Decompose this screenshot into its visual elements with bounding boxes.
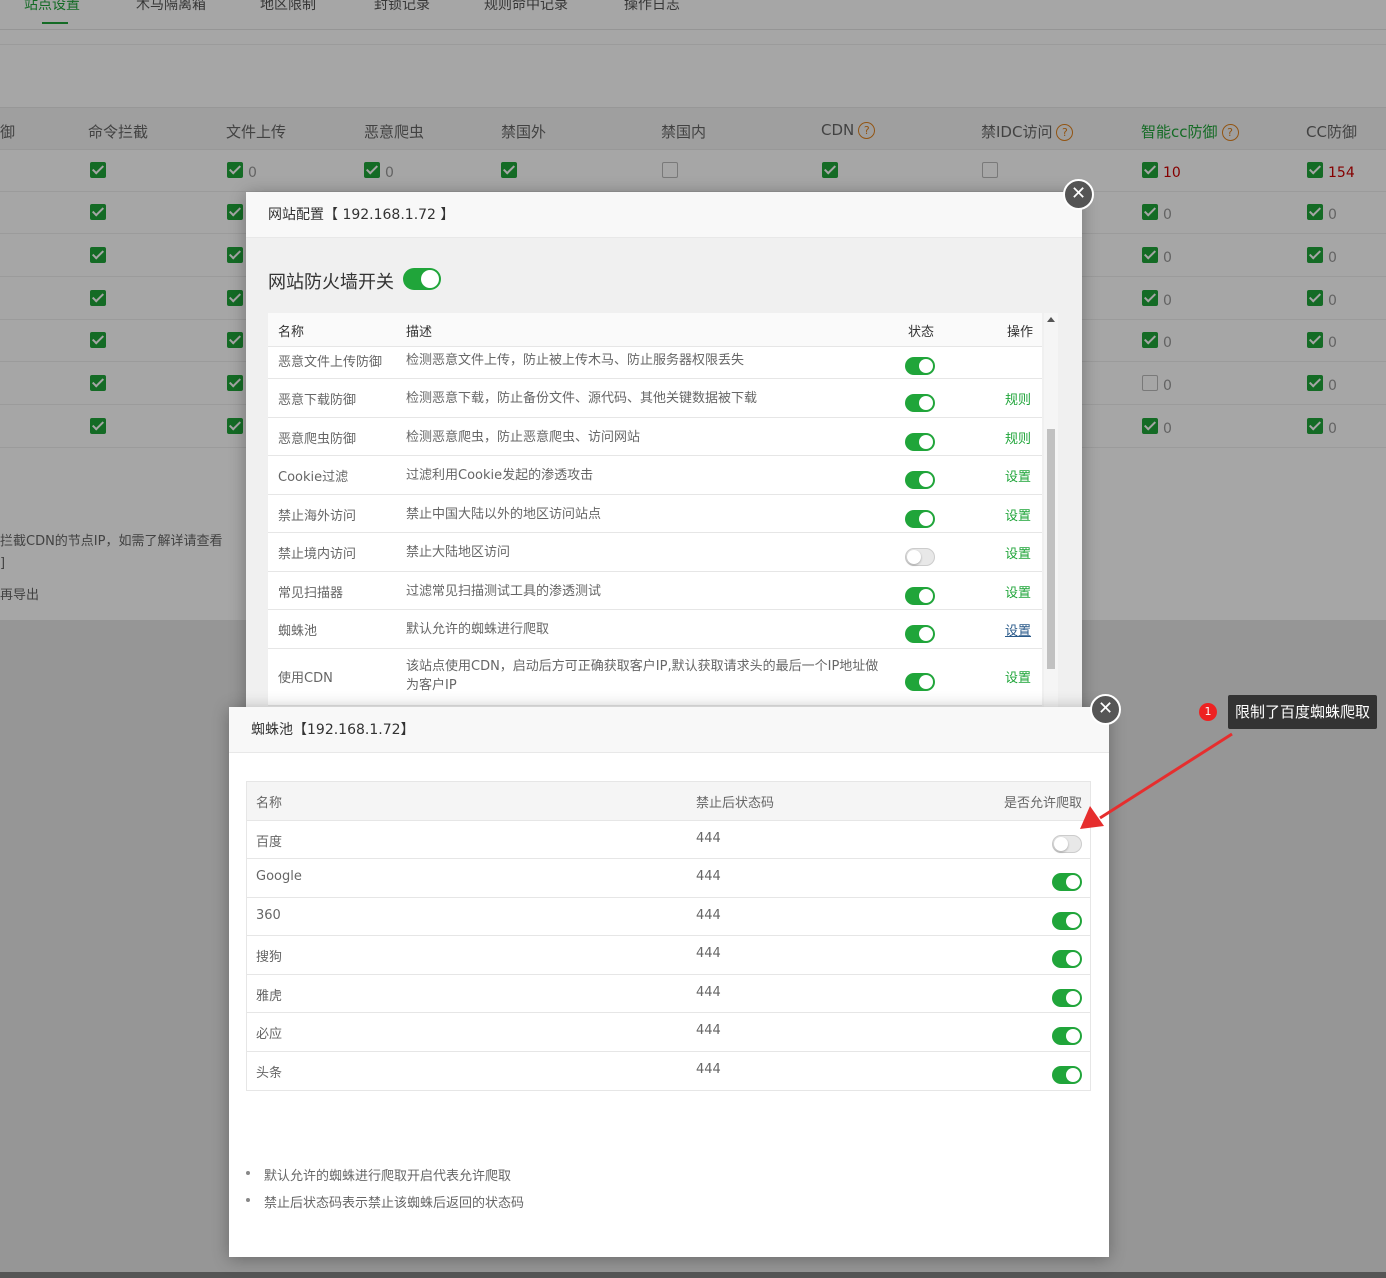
annotation-badge: 1 xyxy=(1199,703,1217,721)
annotation-arrow-icon xyxy=(1080,732,1233,829)
annotation-callout: 限制了百度蜘蛛爬取 xyxy=(1228,695,1378,729)
